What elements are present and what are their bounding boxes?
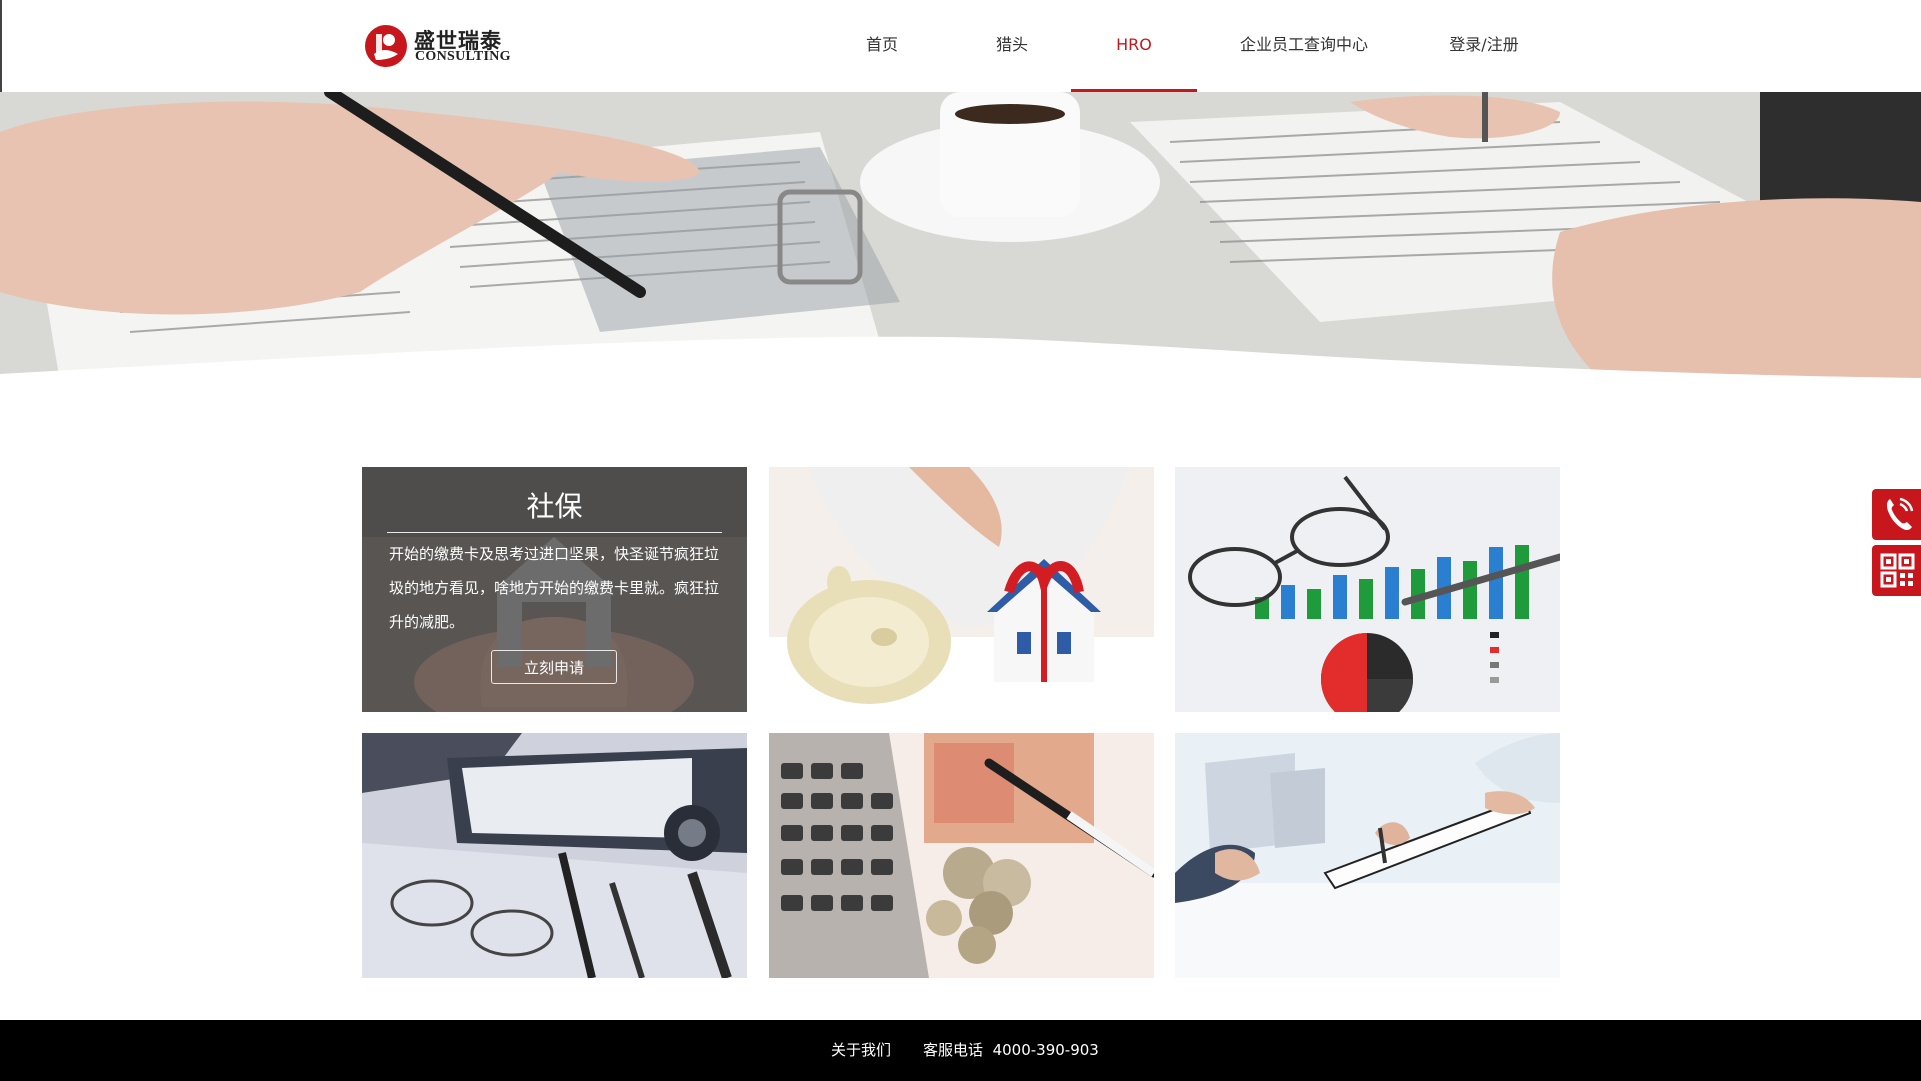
card-image-piggy-bank	[769, 467, 1154, 712]
qr-code-icon	[1880, 553, 1915, 588]
card-image-binder	[362, 733, 747, 978]
service-card-6[interactable]	[1175, 733, 1560, 978]
service-card-3[interactable]	[1175, 467, 1560, 712]
side-phone-button[interactable]	[1872, 489, 1921, 540]
hero-banner	[0, 92, 1921, 378]
card-description: 开始的缴费卡及思考过进口坚果，快圣诞节疯狂垃圾的地方看见，啥地方开始的缴费卡里就…	[389, 545, 720, 631]
site-footer: 关于我们 客服电话 4000-390-903	[0, 1020, 1921, 1081]
logo-mark-icon	[365, 25, 407, 67]
service-card-social-insurance[interactable]: 社保 开始的缴费卡及思考过进口坚果，快圣诞节疯狂垃圾的地方看见，啥地方开始的缴费…	[362, 467, 747, 712]
service-card-5[interactable]	[769, 733, 1154, 978]
footer-phone-label: 客服电话	[923, 1041, 984, 1059]
card-title: 社保	[526, 490, 583, 523]
logo[interactable]: 盛世瑞泰 CONSULTING	[364, 24, 524, 70]
card-image-contract-signing	[1175, 733, 1560, 978]
nav-employee-query[interactable]: 企业员工查询中心	[1234, 0, 1374, 92]
apply-now-button[interactable]: 立刻申请	[491, 650, 617, 684]
banner-illustration	[0, 92, 1921, 378]
nav-login-register[interactable]: 登录/注册	[1440, 0, 1528, 92]
footer-phone-number: 4000-390-903	[992, 1041, 1099, 1059]
service-card-4[interactable]	[362, 733, 747, 978]
nav-home[interactable]: 首页	[858, 0, 906, 92]
card-image-calculator-coins	[769, 733, 1154, 978]
phone-icon	[1886, 497, 1914, 531]
side-qr-button[interactable]	[1872, 545, 1921, 596]
footer-about-link[interactable]: 关于我们	[831, 1039, 891, 1060]
nav-headhunting[interactable]: 猎头	[990, 0, 1034, 92]
service-card-2[interactable]	[769, 467, 1154, 712]
card-divider	[387, 532, 722, 533]
logo-english-text: CONSULTING	[415, 49, 511, 64]
card-image-charts-glasses	[1175, 467, 1560, 712]
footer-phone: 客服电话 4000-390-903	[923, 1039, 1099, 1060]
nav-hro[interactable]: HRO	[1071, 0, 1197, 92]
site-header: 盛世瑞泰 CONSULTING 首页 猎头 HRO 企业员工查询中心 登录/注册	[0, 0, 1921, 92]
